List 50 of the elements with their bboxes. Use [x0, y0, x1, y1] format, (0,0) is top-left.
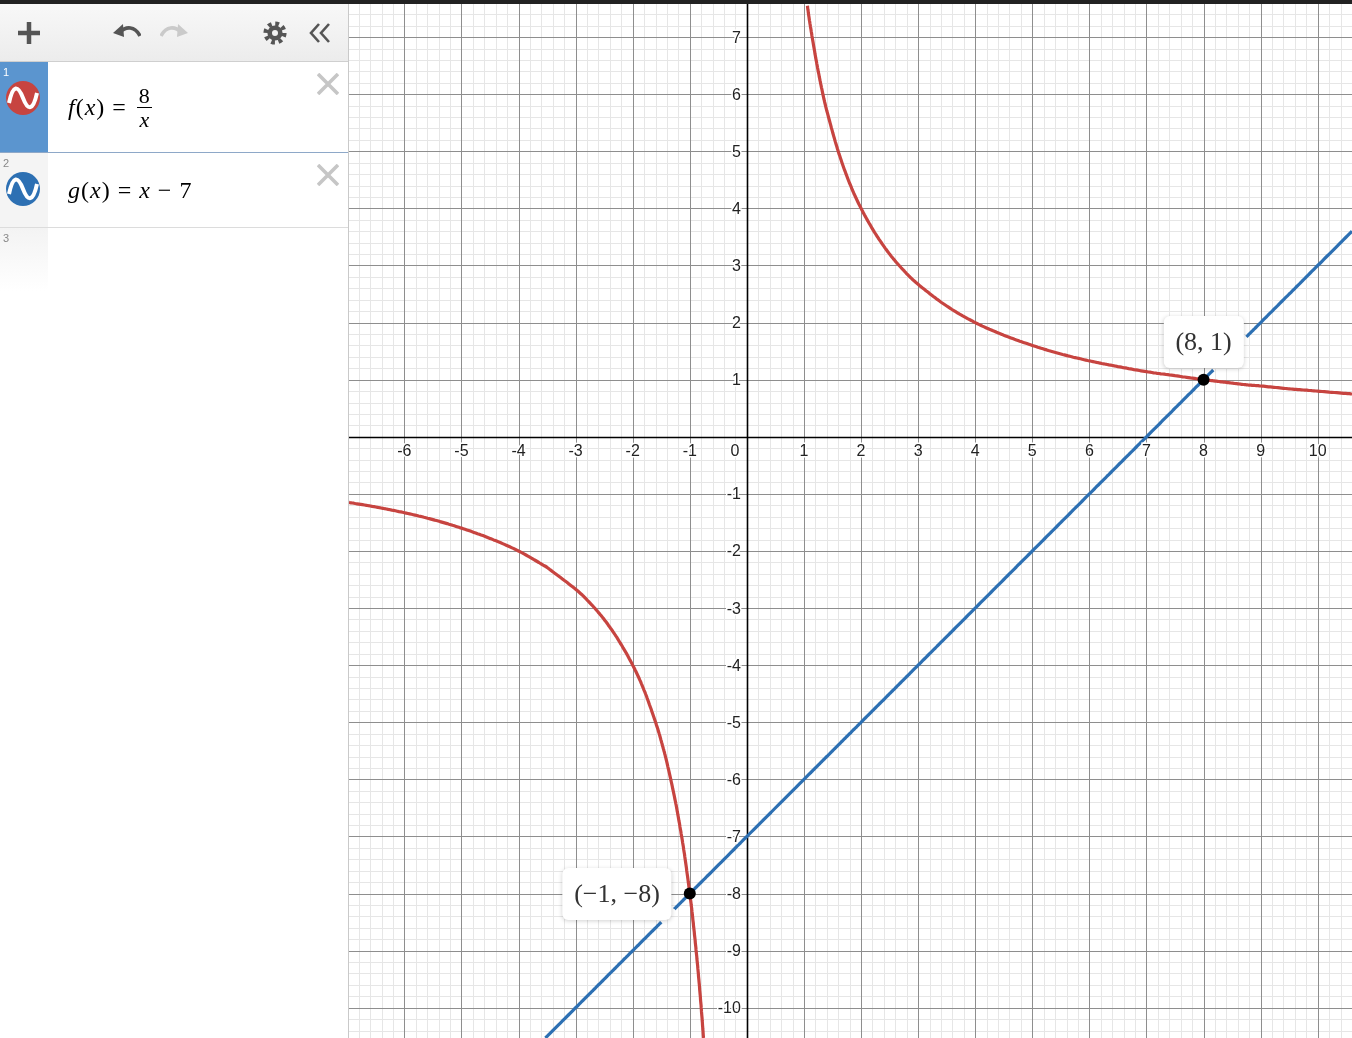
axis-tick-label: 5 [732, 142, 741, 160]
axis-tick-label: 10 [1308, 442, 1327, 460]
row-number: 3 [3, 233, 10, 244]
origin-label: 0 [730, 442, 740, 460]
axis-tick-label: 2 [856, 442, 866, 460]
axis-tick-label: 1 [732, 371, 741, 389]
axis-tick-label: 3 [732, 257, 741, 274]
axis-tick-label: -5 [726, 713, 741, 731]
close-icon [317, 164, 339, 186]
axis-tick-label: 5 [1027, 442, 1037, 460]
close-icon [317, 73, 339, 95]
axis-tick-label: -4 [511, 442, 526, 460]
axis-tick-label: -2 [625, 442, 640, 460]
axis-tick-label: -3 [726, 599, 741, 617]
axis-tick-label: -8 [726, 885, 741, 903]
axis-tick-label: 6 [732, 85, 741, 103]
axis-tick-label: -2 [726, 542, 741, 560]
double-chevron-left-icon [309, 22, 331, 43]
axis-tick-label: -4 [726, 656, 741, 674]
axis-tick-label: 7 [732, 28, 741, 46]
axis-tick-label: 3 [913, 442, 923, 460]
axis-tick-label: -1 [726, 485, 741, 503]
axis-tick-label: 4 [732, 199, 741, 217]
expression-row[interactable]: 2 g(x) = x − 7 [0, 153, 348, 228]
axis-tick-label: 6 [1084, 442, 1094, 460]
axis-tick-label: 1 [799, 442, 809, 460]
axis-tick-label: -5 [454, 442, 469, 460]
expression-field[interactable]: g(x) = x − 7 [48, 153, 317, 227]
plus-icon [18, 21, 40, 44]
axis-tick-label: 2 [732, 314, 741, 332]
axis-tick-label: -7 [726, 827, 741, 845]
axis-tick-label: -10 [717, 999, 741, 1017]
sine-wave-icon[interactable] [6, 172, 40, 206]
axis-tick-label: -9 [726, 942, 741, 960]
axis-tick-label: -3 [568, 442, 583, 460]
axis-tick-label: 8 [1199, 442, 1209, 460]
axis-tick-label: -6 [726, 770, 741, 788]
axis-tick-label: 9 [1256, 442, 1266, 460]
settings-icon [263, 20, 287, 45]
axis-tick-label: -1 [682, 442, 697, 460]
sine-wave-icon[interactable] [6, 81, 40, 115]
axis-tick-label: -6 [397, 442, 412, 460]
point-coordinate-label: (−1, −8) [562, 867, 672, 920]
point-coordinate-label: (8, 1) [1163, 315, 1244, 368]
axis-tick-label: 4 [970, 442, 980, 460]
axis-tick-label: 7 [1142, 442, 1151, 460]
intersection-point[interactable] [1197, 373, 1210, 386]
intersection-point[interactable] [683, 887, 696, 900]
row-number: 1 [3, 67, 10, 78]
row-number: 2 [3, 158, 10, 169]
